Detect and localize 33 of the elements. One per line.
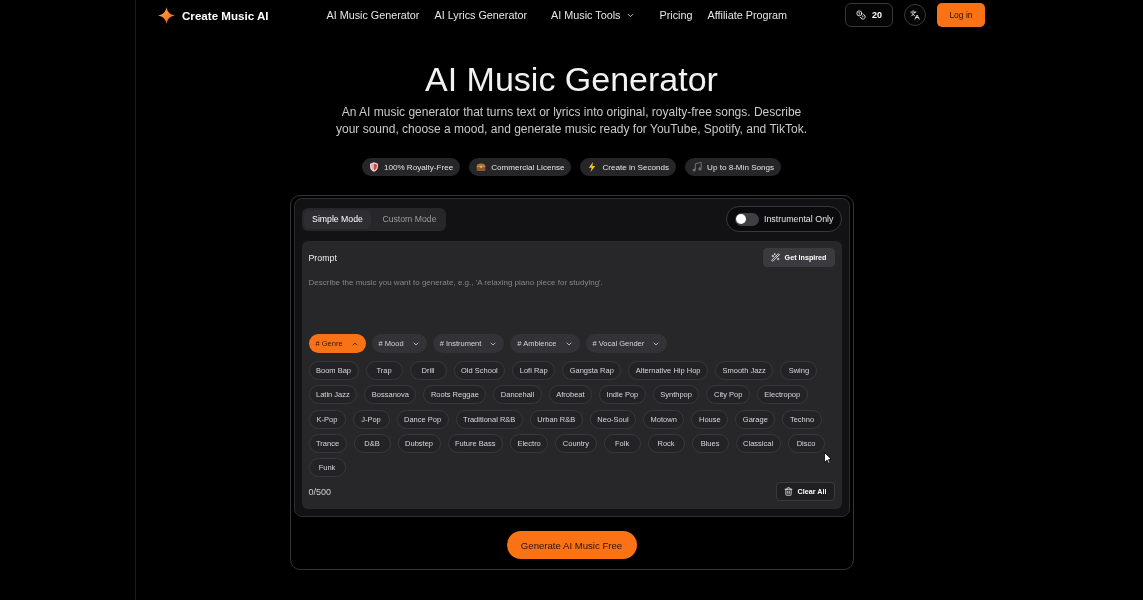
character-counter: 0/500 bbox=[308, 486, 332, 497]
nav-link[interactable]: AI Lyrics Generator bbox=[434, 9, 528, 21]
login-button[interactable]: Log in bbox=[937, 3, 985, 27]
coins-icon bbox=[855, 10, 866, 20]
shield-icon bbox=[368, 162, 379, 172]
mode-tab[interactable]: Custom Mode bbox=[375, 209, 444, 229]
mode-tab[interactable]: Simple Mode bbox=[303, 209, 372, 229]
instrumental-toggle[interactable]: Instrumental Only bbox=[725, 206, 842, 232]
prompt-label: Prompt bbox=[308, 252, 337, 263]
generate-button[interactable]: Generate AI Music Free bbox=[506, 531, 637, 559]
feature-text: Up to 8-Min Songs bbox=[707, 162, 775, 172]
nav-link[interactable]: AI Music Generator bbox=[326, 9, 420, 21]
nav-link[interactable]: Pricing bbox=[659, 9, 693, 21]
feature-text: 100% Royalty-Free bbox=[383, 162, 454, 172]
credits-button[interactable]: 20 bbox=[845, 3, 893, 27]
chest-icon bbox=[476, 162, 487, 172]
nav-link[interactable]: Affiliate Program bbox=[707, 9, 788, 21]
page-title: AI Music Generator bbox=[425, 59, 718, 100]
brand-name: Create Music AI bbox=[182, 8, 269, 22]
magic-wand-icon bbox=[770, 253, 780, 262]
page-subtitle: An AI music generator that turns text or lyrics into original, royalty-free songs. Describe your sound, choose a mood, and generate music ready for YouTube, Spotify, and TikTok. bbox=[335, 104, 808, 138]
sparkle-logo-icon bbox=[158, 6, 175, 24]
feature-text: Create in Seconds bbox=[602, 162, 670, 172]
feature-text: Commercial License bbox=[491, 162, 565, 172]
music-note-icon bbox=[692, 162, 703, 172]
language-button[interactable] bbox=[904, 4, 926, 26]
lightning-icon bbox=[587, 162, 598, 172]
prompt-field[interactable]: Describe the music you want to generate, e.g., 'A relaxing piano piece for studying'. bbox=[308, 276, 835, 328]
mouse-cursor-icon bbox=[823, 452, 832, 464]
switch-track[interactable] bbox=[734, 212, 759, 226]
nav-menu[interactable]: AI Music Tools bbox=[542, 9, 645, 21]
trash-icon bbox=[783, 487, 793, 496]
translate-icon bbox=[910, 10, 920, 20]
